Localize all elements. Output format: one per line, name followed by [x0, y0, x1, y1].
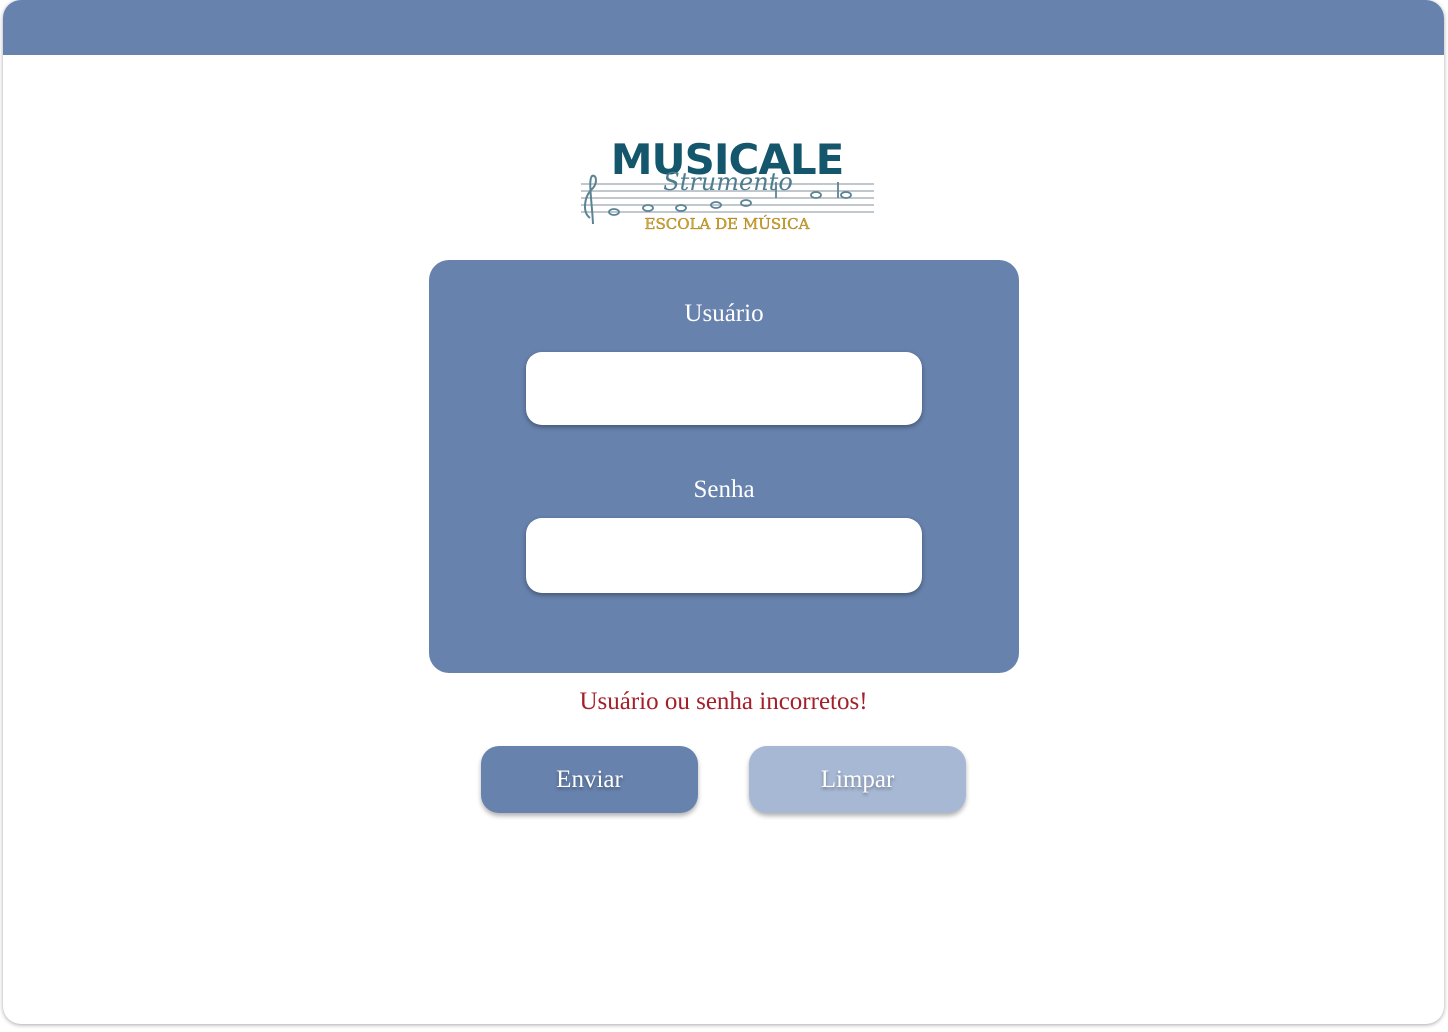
password-input[interactable]	[526, 518, 922, 593]
top-bar	[3, 0, 1444, 55]
svg-text:ESCOLA DE MÚSICA: ESCOLA DE MÚSICA	[645, 215, 810, 233]
user-label: Usuário	[684, 300, 764, 327]
user-input[interactable]	[526, 352, 922, 425]
clear-button[interactable]: Limpar	[749, 746, 966, 813]
login-panel: Usuário Senha	[429, 260, 1019, 673]
svg-text:Strumento: Strumento	[663, 168, 793, 196]
error-message: Usuário ou senha incorretos!	[579, 688, 868, 715]
password-label: Senha	[693, 476, 755, 503]
submit-button[interactable]: Enviar	[481, 746, 698, 813]
musicale-logo: MUSICALE Strumento ESCOLA DE MÚSICA	[581, 135, 874, 233]
app-window: MUSICALE Strumento ESCOLA DE MÚSICA Usuá…	[3, 0, 1444, 1024]
